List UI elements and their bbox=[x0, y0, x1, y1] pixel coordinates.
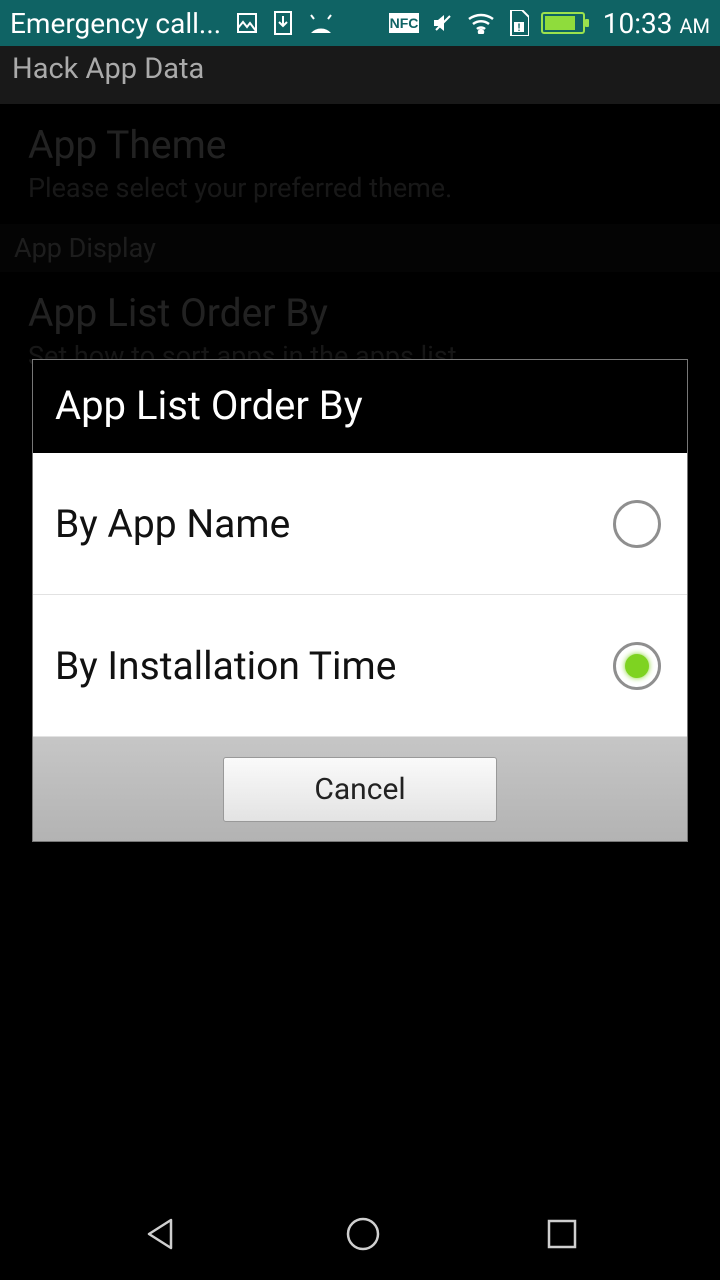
option-by-install-time[interactable]: By Installation Time bbox=[33, 595, 687, 737]
clock-time: 10:33 AM bbox=[603, 7, 710, 40]
svg-text:NFC: NFC bbox=[389, 15, 418, 31]
dialog-title: App List Order By bbox=[33, 360, 687, 453]
option-label: By Installation Time bbox=[55, 643, 396, 689]
settings-page: App Theme Please select your preferred t… bbox=[0, 104, 720, 1188]
notification-text: Emergency call... bbox=[10, 7, 221, 40]
app-title: Hack App Data bbox=[12, 52, 204, 86]
mute-icon bbox=[431, 11, 455, 35]
radio-icon bbox=[613, 642, 661, 690]
status-left: Emergency call... bbox=[10, 7, 335, 40]
wifi-icon bbox=[467, 12, 495, 34]
dialog-list-order: App List Order By By App Name By Install… bbox=[32, 359, 688, 842]
nfc-icon: NFC bbox=[389, 13, 419, 33]
status-right: NFC ! 10:33 AM bbox=[389, 7, 710, 40]
option-by-app-name[interactable]: By App Name bbox=[33, 453, 687, 595]
nav-bar bbox=[0, 1188, 720, 1280]
battery-icon bbox=[541, 12, 585, 34]
dialog-footer: Cancel bbox=[33, 737, 687, 841]
option-label: By App Name bbox=[55, 501, 290, 547]
android-icon bbox=[307, 13, 335, 33]
cancel-button[interactable]: Cancel bbox=[223, 757, 497, 822]
svg-text:!: ! bbox=[517, 23, 520, 34]
radio-icon bbox=[613, 500, 661, 548]
nav-recent-icon[interactable] bbox=[545, 1217, 579, 1251]
download-icon bbox=[273, 10, 293, 36]
status-bar: Emergency call... NFC bbox=[0, 0, 720, 46]
action-bar: Hack App Data bbox=[0, 46, 720, 104]
picture-icon bbox=[235, 11, 259, 35]
nav-back-icon[interactable] bbox=[141, 1214, 181, 1254]
sim-icon: ! bbox=[507, 10, 529, 36]
nav-home-icon[interactable] bbox=[343, 1214, 383, 1254]
